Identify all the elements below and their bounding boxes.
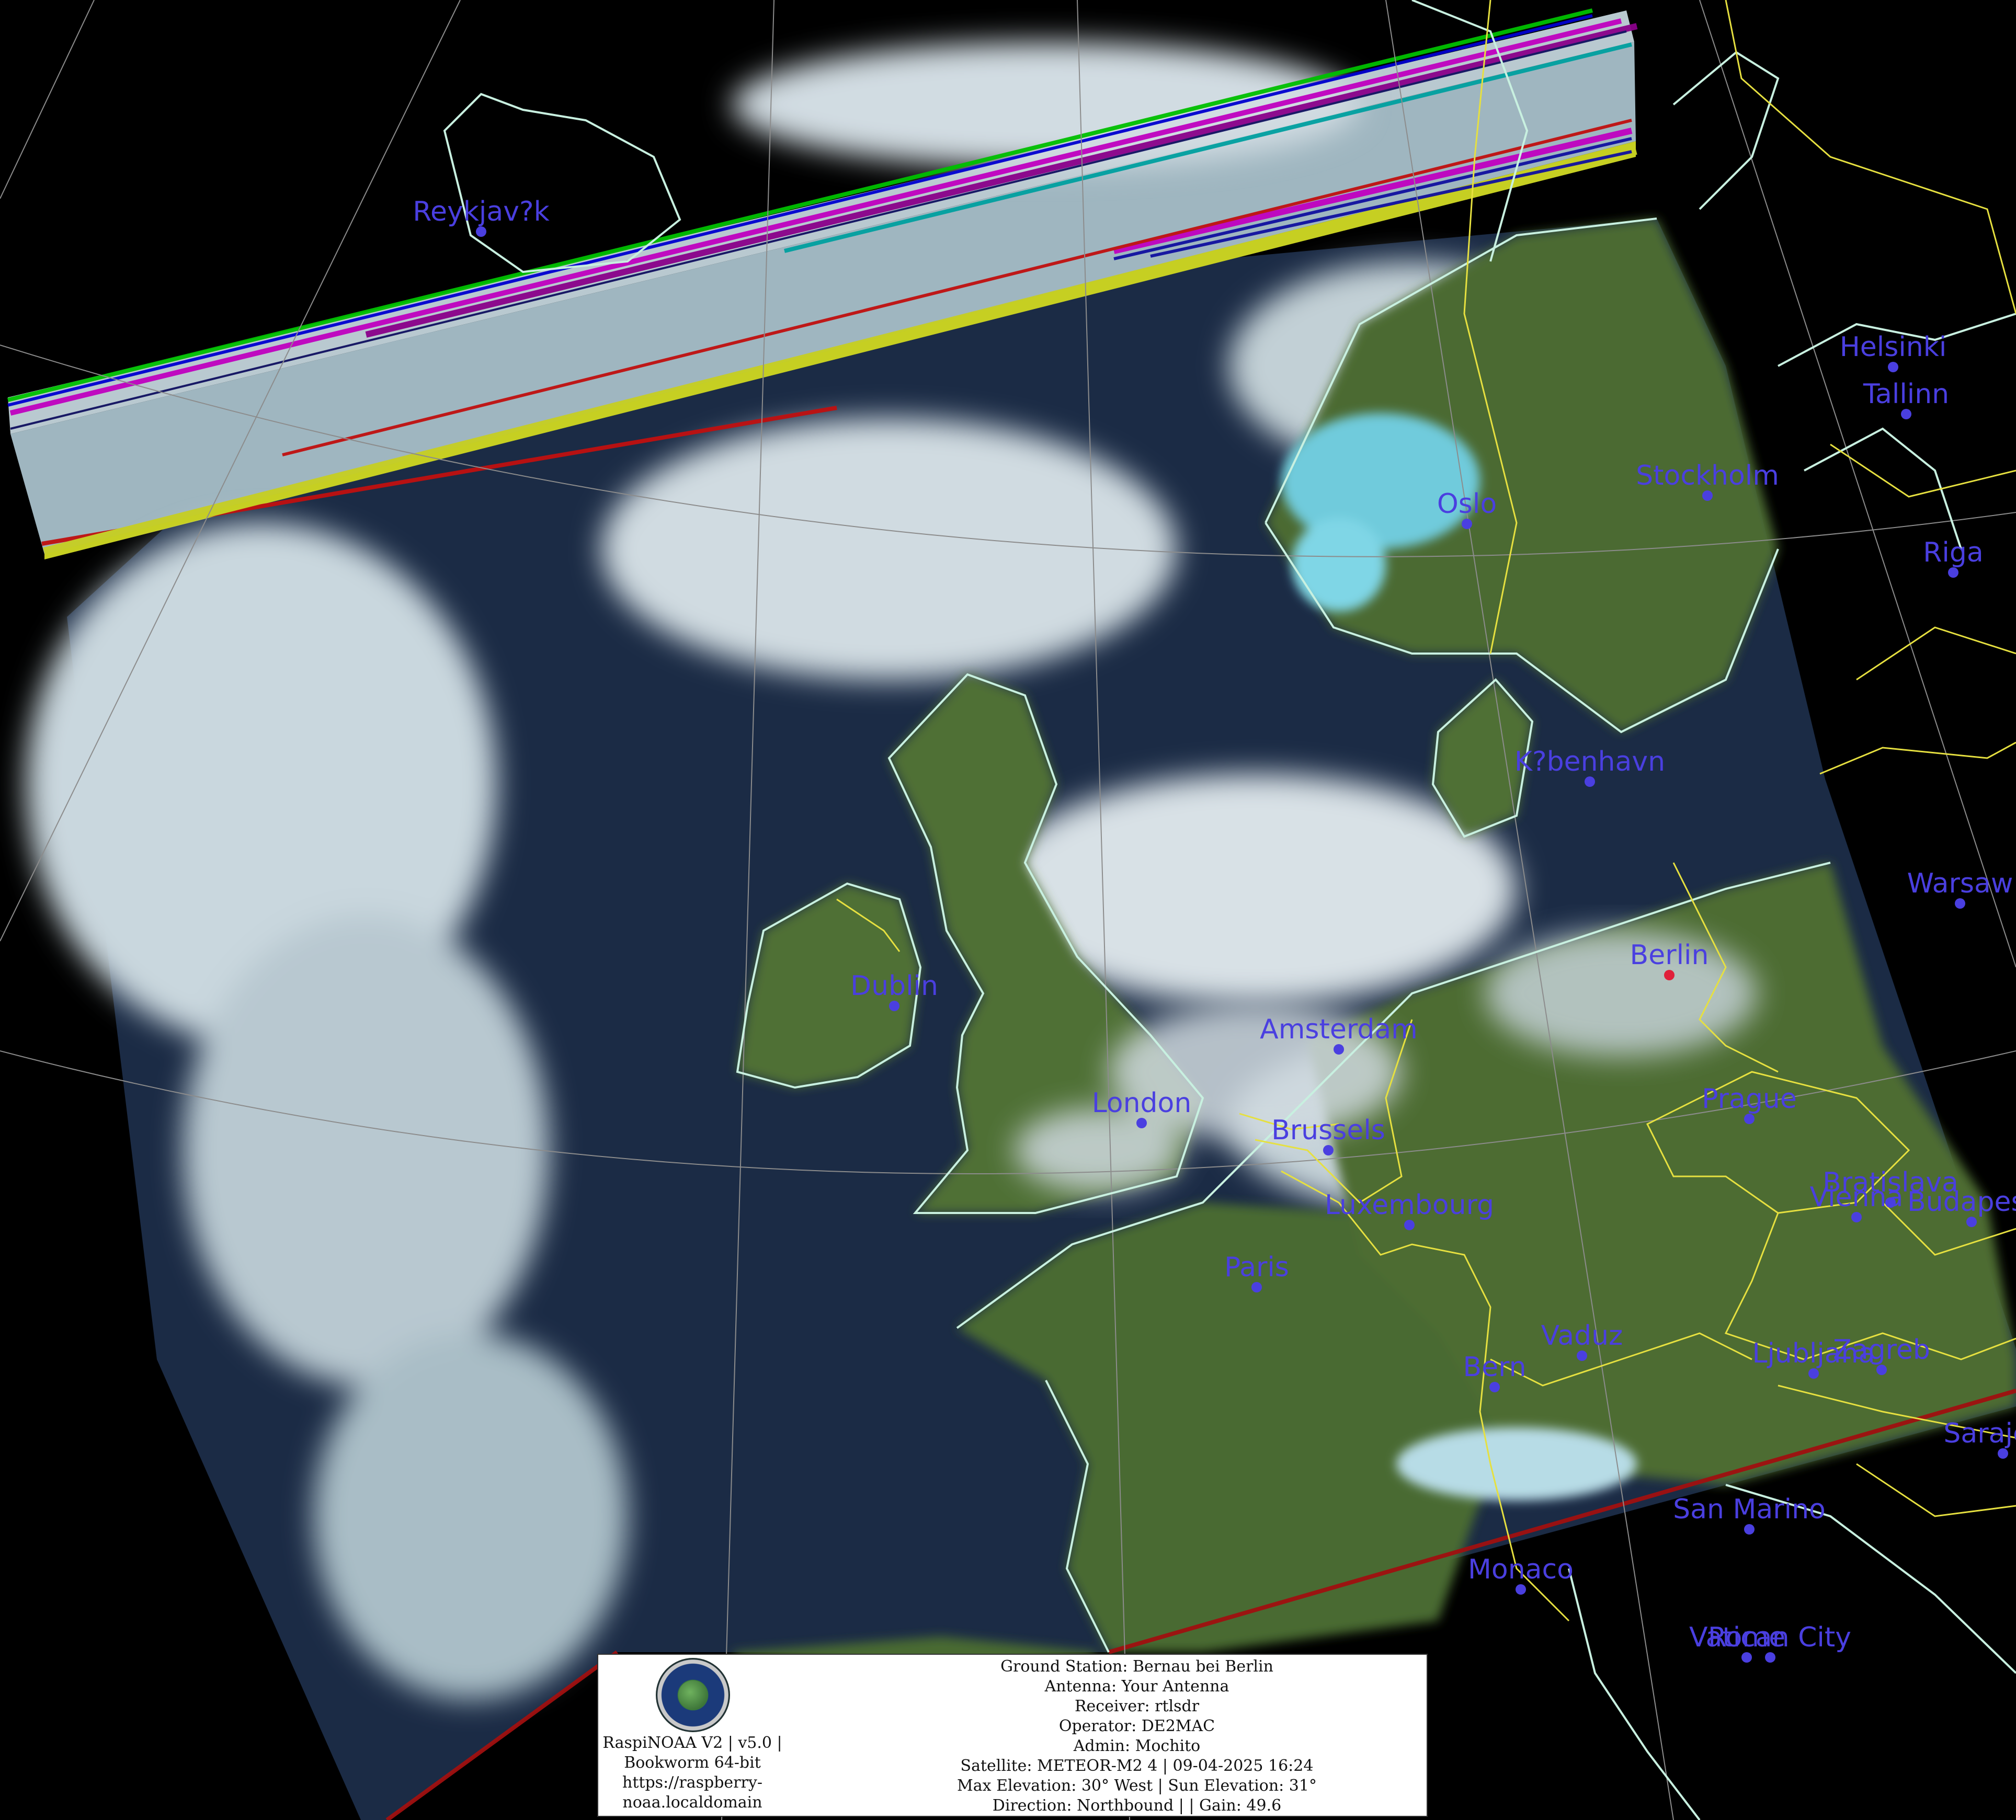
city-marker-san-marino xyxy=(1744,1524,1755,1535)
city-marker-vaduz xyxy=(1577,1350,1587,1361)
city-marker-amsterdam xyxy=(1334,1044,1344,1055)
city-label-dublin: Dublin xyxy=(850,970,938,1002)
city-label-riga: Riga xyxy=(1923,537,1984,568)
pass-info: Ground Station: Bernau bei Berlin Antenn… xyxy=(849,1657,1425,1816)
city-label-rome: Rome xyxy=(1707,1622,1786,1653)
city-marker-brussels xyxy=(1323,1145,1334,1155)
raspinoaa-logo-icon xyxy=(656,1658,730,1732)
city-label-warsaw: Warsaw xyxy=(1907,868,2013,899)
city-label-amsterdam: Amsterdam xyxy=(1260,1014,1418,1045)
city-marker-sarajevo xyxy=(1998,1448,2008,1459)
city-label-kobenhavn: K?benhavn xyxy=(1514,746,1666,777)
city-marker-helsinki xyxy=(1888,362,1898,372)
city-marker-luxembourg xyxy=(1404,1220,1415,1230)
city-label-helsinki: Helsinki xyxy=(1839,331,1947,363)
software-info-line: Bookworm 64-bit xyxy=(624,1754,761,1772)
city-marker-budapest xyxy=(1966,1217,1977,1227)
city-marker-berlin xyxy=(1664,970,1675,980)
city-marker-rome xyxy=(1741,1652,1752,1663)
ground-station-line: Ground Station: Bernau bei Berlin xyxy=(1000,1657,1273,1676)
city-marker-reykjavik xyxy=(476,226,486,237)
software-info-line: RaspiNOAA V2 | v5.0 | xyxy=(602,1734,782,1752)
city-marker-riga xyxy=(1948,567,1958,578)
city-marker-ljubljana xyxy=(1808,1368,1819,1379)
satellite-image xyxy=(0,0,2016,1820)
city-marker-warsaw xyxy=(1955,898,1965,909)
city-marker-stockholm xyxy=(1702,490,1713,501)
city-marker-prague xyxy=(1744,1114,1755,1124)
software-info: RaspiNOAA V2 | v5.0 | Bookworm 64-bit ht… xyxy=(598,1733,787,1813)
city-label-berlin: Berlin xyxy=(1630,940,1709,971)
city-label-paris: Paris xyxy=(1224,1252,1289,1283)
city-label-brussels: Brussels xyxy=(1271,1115,1385,1146)
city-label-vaduz: Vaduz xyxy=(1541,1320,1623,1352)
city-marker-vienna xyxy=(1851,1212,1862,1222)
city-marker-kobenhavn xyxy=(1585,776,1595,787)
admin-line: Admin: Mochito xyxy=(1073,1737,1201,1755)
software-info-line: noaa.localdomain xyxy=(622,1793,762,1812)
city-marker-monaco xyxy=(1516,1584,1526,1595)
software-info-line: https://raspberry- xyxy=(622,1773,762,1792)
city-marker-tallinn xyxy=(1901,409,1911,419)
city-label-reykjavik: Reykjav?k xyxy=(413,196,550,227)
elevation-line: Max Elevation: 30° West | Sun Elevation:… xyxy=(957,1777,1317,1795)
city-label-san-marino: San Marino xyxy=(1673,1494,1826,1525)
city-label-sarajevo: Sarajevo xyxy=(1943,1418,2016,1449)
city-label-prague: Prague xyxy=(1702,1083,1797,1115)
city-label-zagreb: Zagreb xyxy=(1833,1334,1930,1366)
receiver-line: Receiver: rtlsdr xyxy=(1074,1697,1200,1715)
city-label-tallinn: Tallinn xyxy=(1863,379,1950,410)
operator-line: Operator: DE2MAC xyxy=(1058,1717,1215,1735)
city-marker-oslo xyxy=(1462,519,1472,529)
antenna-line: Antenna: Your Antenna xyxy=(1044,1677,1229,1696)
city-label-bern: Bern xyxy=(1463,1352,1527,1383)
city-marker-bratislava xyxy=(1885,1197,1896,1208)
city-marker-vatican xyxy=(1765,1652,1775,1663)
city-marker-dublin xyxy=(889,1001,899,1011)
city-label-luxembourg: Luxembourg xyxy=(1324,1189,1495,1221)
city-label-stockholm: Stockholm xyxy=(1636,460,1779,491)
city-label-london: London xyxy=(1091,1088,1192,1119)
city-label-monaco: Monaco xyxy=(1468,1554,1574,1585)
satellite-line: Satellite: METEOR-M2 4 | 09-04-2025 16:2… xyxy=(960,1757,1314,1775)
city-marker-paris xyxy=(1251,1282,1262,1292)
map-canvas: { "cities": [ {"name":"Reykjav?k","id":"… xyxy=(0,0,2016,1820)
city-marker-bern xyxy=(1489,1382,1500,1392)
city-marker-zagreb xyxy=(1876,1365,1887,1375)
direction-gain-line: Direction: Northbound | | Gain: 49.6 xyxy=(992,1796,1282,1815)
city-marker-london xyxy=(1136,1118,1147,1128)
info-panel: RaspiNOAA V2 | v5.0 | Bookworm 64-bit ht… xyxy=(597,1654,1428,1817)
city-label-oslo: Oslo xyxy=(1437,488,1497,520)
city-label-budapest: Budapest xyxy=(1907,1186,2016,1218)
